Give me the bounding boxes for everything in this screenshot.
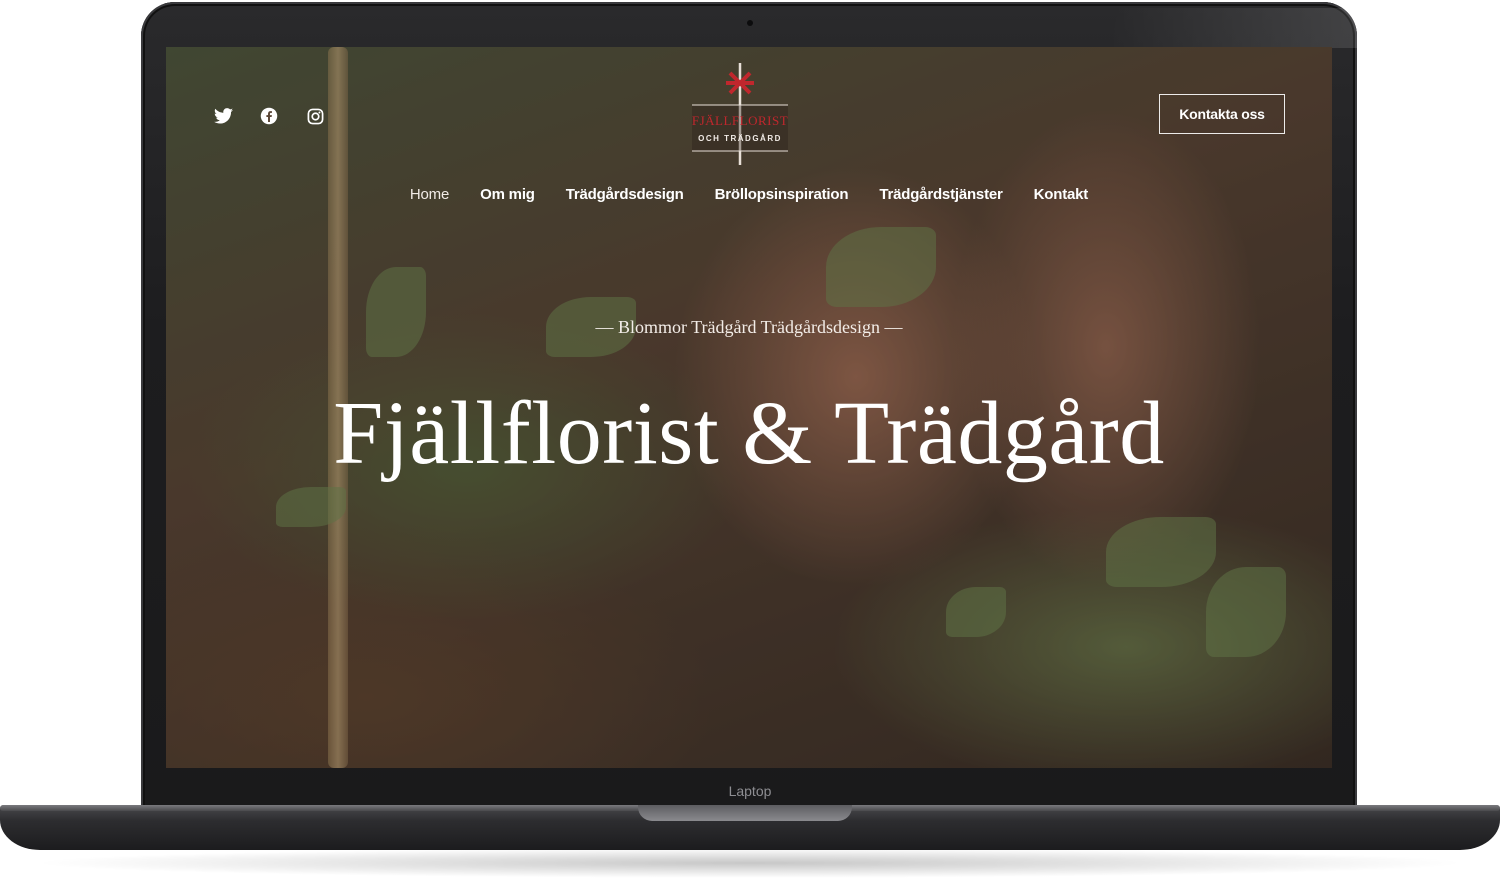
nav-item-tradgardstjanster[interactable]: Trädgårdstjänster	[879, 186, 1003, 203]
social-links	[212, 105, 326, 127]
hero-background-leaf	[1206, 567, 1286, 657]
hero-title: Fjällflorist & Trädgård	[333, 384, 1165, 483]
laptop-mockup: FJÄLLFLORIST OCH TRÄDGÅRD Kontakta oss H…	[0, 0, 1500, 890]
hero-background-leaf	[826, 227, 936, 307]
laptop-label: Laptop	[728, 783, 772, 799]
hero-background-leaf	[946, 587, 1006, 637]
base-shadow	[30, 848, 1470, 878]
site-logo[interactable]: FJÄLLFLORIST OCH TRÄDGÅRD	[690, 61, 790, 169]
laptop-opening-notch	[638, 805, 852, 821]
hero-background-leaf	[1106, 517, 1216, 587]
webcam	[747, 20, 753, 26]
twitter-icon[interactable]	[212, 105, 234, 127]
hero-background-leaf	[276, 487, 346, 527]
nav-item-kontakt[interactable]: Kontakt	[1034, 186, 1089, 203]
logo-name-line1: FJÄLLFLORIST	[691, 113, 789, 128]
facebook-icon[interactable]	[258, 105, 280, 127]
website-screen: FJÄLLFLORIST OCH TRÄDGÅRD Kontakta oss H…	[166, 47, 1332, 768]
hero-tagline: — Blommor Trädgård Trädgårdsdesign —	[595, 317, 903, 337]
lid-glare	[1109, 8, 1489, 48]
main-nav: Home Om mig Trädgårdsdesign Bröllopsinsp…	[166, 186, 1332, 203]
hero-background-leaf	[366, 267, 426, 357]
nav-item-brollopsinspiration[interactable]: Bröllopsinspiration	[715, 186, 849, 203]
instagram-icon[interactable]	[304, 105, 326, 127]
contact-us-button[interactable]: Kontakta oss	[1159, 94, 1285, 134]
logo-name-line2: OCH TRÄDGÅRD	[698, 134, 782, 143]
nav-item-om-mig[interactable]: Om mig	[480, 186, 535, 203]
nav-item-home[interactable]: Home	[410, 186, 449, 203]
nav-item-tradgardsdesign[interactable]: Trädgårdsdesign	[566, 186, 684, 203]
